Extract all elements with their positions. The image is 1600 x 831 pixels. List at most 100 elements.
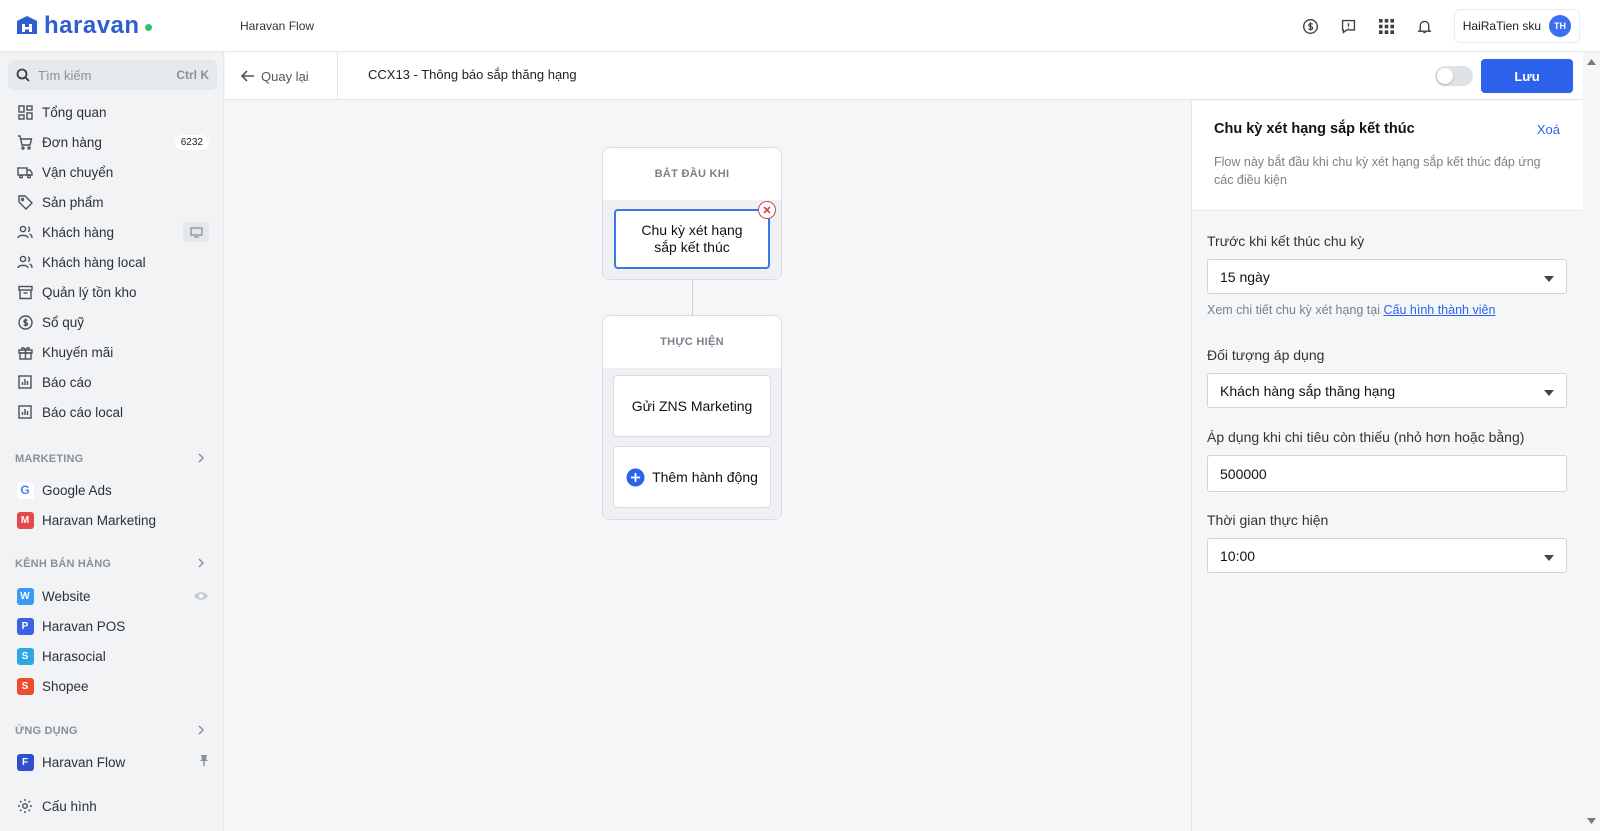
bar-chart-icon xyxy=(16,403,34,421)
chevron-right-icon xyxy=(197,452,205,466)
divider xyxy=(337,52,338,100)
shopee-icon: S xyxy=(16,677,34,695)
sidebar-item-haravan-pos[interactable]: P Haravan POS xyxy=(8,612,217,640)
scroll-up-icon[interactable] xyxy=(1583,56,1600,68)
add-action-button[interactable]: Thêm hành động xyxy=(613,446,771,508)
target-audience-select[interactable]: Khách hàng sắp thăng hạng xyxy=(1207,373,1567,408)
section-sales-channels[interactable]: KÊNH BÁN HÀNG xyxy=(15,555,205,573)
chevron-right-icon xyxy=(197,724,205,738)
dashboard-icon xyxy=(16,103,34,121)
flow-editor-header: Quay lại CCX13 - Thông báo sắp thăng hạn… xyxy=(225,52,1600,100)
sidebar-item-google-ads[interactable]: G Google Ads xyxy=(8,476,217,504)
sidebar-item-shopee[interactable]: S Shopee xyxy=(8,672,217,700)
dollar-icon xyxy=(16,313,34,331)
sidebar-item-label: Khách hàng local xyxy=(42,254,146,270)
sidebar-item-reports[interactable]: Báo cáo xyxy=(8,368,217,396)
feedback-icon[interactable] xyxy=(1330,7,1368,45)
sidebar-item-haravan-flow[interactable]: F Haravan Flow xyxy=(8,748,217,776)
apps-grid-icon[interactable] xyxy=(1368,7,1406,45)
field-label: Áp dụng khi chi tiêu còn thiếu (nhỏ hơn … xyxy=(1207,429,1525,445)
hint-label: Xem chi tiết chu kỳ xét hạng tại xyxy=(1207,303,1381,317)
search-shortcut: Ctrl K xyxy=(176,68,209,82)
sidebar-item-label: Haravan Flow xyxy=(42,754,126,770)
tag-icon xyxy=(16,193,34,211)
sidebar-item-label: Tổng quan xyxy=(42,104,107,120)
scroll-down-icon[interactable] xyxy=(1583,815,1600,827)
remove-trigger-icon[interactable] xyxy=(758,201,776,219)
pin-icon[interactable] xyxy=(199,754,209,770)
action-card-title: THỰC HIỆN xyxy=(660,336,724,348)
sidebar-item-shipping[interactable]: Vận chuyển xyxy=(8,158,217,186)
select-value: Khách hàng sắp thăng hạng xyxy=(1220,382,1396,399)
plus-circle-icon xyxy=(626,468,645,486)
before-end-select[interactable]: 15 ngày xyxy=(1207,259,1567,294)
sidebar-item-customers[interactable]: Khách hàng xyxy=(8,218,217,246)
sidebar-item-website[interactable]: W Website xyxy=(8,582,217,610)
section-marketing[interactable]: MARKETING xyxy=(15,450,205,468)
sidebar-item-label: Haravan POS xyxy=(42,618,126,634)
spend-remaining-input[interactable]: 500000 xyxy=(1207,455,1567,492)
top-bar: haravan Haravan Flow HaiRaTien sku TH xyxy=(0,0,1600,52)
users-icon xyxy=(16,223,34,241)
field-label: Đối tượng áp dụng xyxy=(1207,347,1325,363)
logo-text: haravan xyxy=(44,12,140,39)
sidebar-item-settings[interactable]: Cấu hình xyxy=(8,792,217,820)
sidebar-item-label: Shopee xyxy=(42,678,89,694)
sidebar-item-overview[interactable]: Tổng quan xyxy=(8,98,217,126)
section-apps[interactable]: ỨNG DỤNG xyxy=(15,722,205,740)
sidebar-item-label: Haravan Marketing xyxy=(42,512,157,528)
sidebar-item-promotions[interactable]: Khuyến mãi xyxy=(8,338,217,366)
panel-title: Chu kỳ xét hạng sắp kết thúc xyxy=(1214,121,1415,137)
sidebar-item-cashbook[interactable]: Sổ quỹ xyxy=(8,308,217,336)
harasocial-icon: S xyxy=(16,647,34,665)
user-menu[interactable]: HaiRaTien sku TH xyxy=(1453,9,1580,43)
field-label: Trước khi kết thúc chu kỳ xyxy=(1207,233,1365,249)
trigger-node[interactable]: Chu kỳ xét hạng sắp kết thúc xyxy=(614,209,770,269)
website-icon: W xyxy=(16,587,34,605)
sidebar-item-label: Website xyxy=(42,588,91,604)
flow-canvas[interactable]: BẮT ĐẦU KHI Chu kỳ xét hạng sắp kết thúc… xyxy=(225,101,1191,831)
sidebar-item-orders[interactable]: Đơn hàng 6232 xyxy=(8,128,217,156)
users-icon xyxy=(16,253,34,271)
cart-icon xyxy=(16,133,34,151)
avatar: TH xyxy=(1549,15,1571,37)
action-node-zns[interactable]: Gửi ZNS Marketing xyxy=(613,375,771,437)
add-action-label: Thêm hành động xyxy=(652,468,758,485)
haravan-marketing-icon: M xyxy=(16,511,34,529)
back-button[interactable]: Quay lại xyxy=(241,52,309,100)
eye-icon[interactable] xyxy=(193,589,209,604)
section-title: KÊNH BÁN HÀNG xyxy=(15,558,112,570)
save-button[interactable]: Lưu xyxy=(1481,59,1573,93)
sidebar-item-local-reports[interactable]: Báo cáo local xyxy=(8,398,217,426)
panel-description: Flow này bắt đầu khi chu kỳ xét hạng sắp… xyxy=(1214,155,1541,187)
member-config-link[interactable]: Cấu hình thành viên xyxy=(1384,303,1496,317)
billing-icon[interactable] xyxy=(1292,7,1330,45)
sidebar-item-label: Quản lý tồn kho xyxy=(42,284,137,300)
flow-active-toggle[interactable] xyxy=(1435,66,1473,86)
notification-bell-icon[interactable] xyxy=(1406,7,1444,45)
chevron-right-icon xyxy=(197,557,205,571)
sidebar-item-label: Đơn hàng xyxy=(42,134,102,150)
search-input[interactable]: Tìm kiếm Ctrl K xyxy=(8,60,217,90)
sidebar-item-label: Harasocial xyxy=(42,648,106,664)
trigger-settings-panel: Chu kỳ xét hạng sắp kết thúc Xoá Flow nà… xyxy=(1191,101,1584,831)
page-scrollbar[interactable] xyxy=(1583,52,1600,831)
caret-down-icon xyxy=(1544,548,1554,564)
user-name: HaiRaTien sku xyxy=(1462,19,1541,33)
sidebar-item-haravan-marketing[interactable]: M Haravan Marketing xyxy=(8,506,217,534)
sidebar-item-label: Google Ads xyxy=(42,482,112,498)
sidebar-item-local-customers[interactable]: Khách hàng local xyxy=(8,248,217,276)
sidebar-item-harasocial[interactable]: S Harasocial xyxy=(8,642,217,670)
customer-screen-icon[interactable] xyxy=(183,222,209,242)
delete-trigger-link[interactable]: Xoá xyxy=(1537,122,1560,137)
execution-time-select[interactable]: 10:00 xyxy=(1207,538,1567,573)
search-placeholder: Tìm kiếm xyxy=(38,67,92,83)
sidebar-item-label: Sản phẩm xyxy=(42,194,104,210)
haravan-logo[interactable]: haravan xyxy=(14,12,152,40)
section-title: ỨNG DỤNG xyxy=(15,725,78,737)
sidebar-item-inventory[interactable]: Quản lý tồn kho xyxy=(8,278,217,306)
gift-icon xyxy=(16,343,34,361)
flow-title: CCX13 - Thông báo sắp thăng hạng xyxy=(368,67,577,82)
trigger-card-title: BẮT ĐẦU KHI xyxy=(654,168,730,180)
sidebar-item-products[interactable]: Sản phẩm xyxy=(8,188,217,216)
